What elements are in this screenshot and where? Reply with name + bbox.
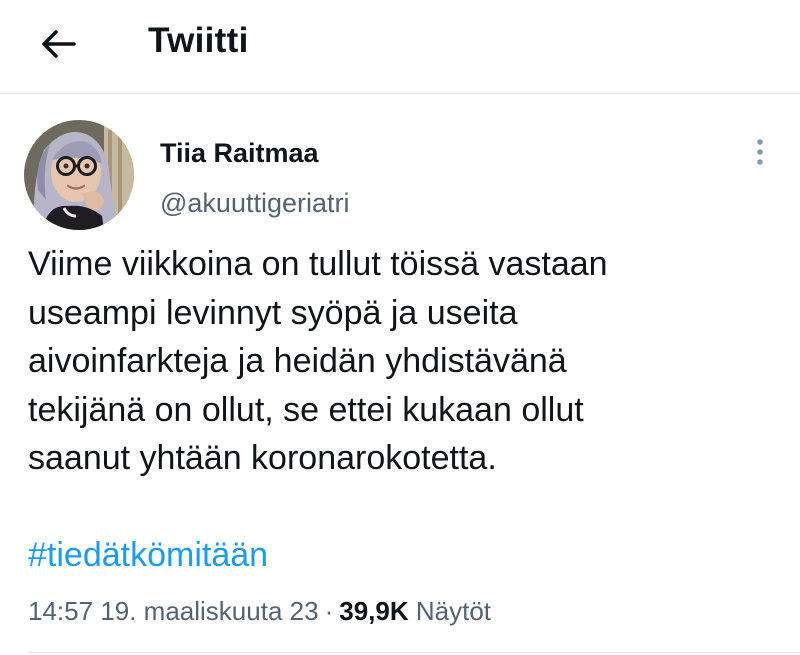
tweet-time[interactable]: 14:57 (28, 596, 93, 626)
tweet-meta: 14:57 19. maaliskuuta 23 · 39,9K Näytöt (28, 593, 491, 629)
more-options-button[interactable] (740, 132, 780, 172)
page-title: Twiitti (148, 21, 249, 60)
author-handle[interactable]: @akuuttigeriatri (160, 186, 350, 220)
author-name[interactable]: Tiia Raitmaa (160, 136, 319, 170)
tweet-detail-page: Twiitti Tiia Raitmaa @akuuttigeriatri Vi… (0, 0, 800, 655)
top-header: Twiitti (0, 0, 800, 94)
views-count[interactable]: 39,9K (339, 596, 408, 626)
views-label: Näytöt (415, 596, 492, 626)
avatar[interactable] (24, 120, 134, 230)
arrow-left-icon (42, 30, 76, 58)
profile-photo (24, 120, 134, 230)
meta-separator: · (324, 596, 334, 626)
tweet-date[interactable]: 19. maaliskuuta 23 (100, 596, 318, 626)
tweet-text: Viime viikkoina on tullut töissä vastaan… (28, 245, 608, 477)
divider (28, 652, 800, 653)
more-vertical-icon (757, 139, 763, 165)
back-button[interactable] (30, 16, 86, 72)
hashtag-link[interactable]: #tiedätkömitään (28, 532, 268, 578)
